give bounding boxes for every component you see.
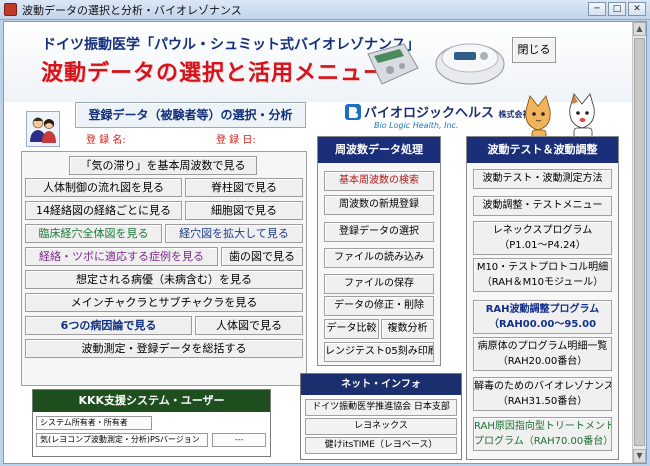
company-name-en: Bio Logic Health, Inc. bbox=[374, 121, 459, 130]
rayonex-program-range: （P1.01〜P4.24） bbox=[499, 240, 586, 251]
body-control-flow-button[interactable]: 人体制御の流れ図を見る bbox=[25, 178, 182, 197]
cause-treatment-label: RAH原因指向型トリートメント bbox=[474, 421, 612, 432]
analysis-menu-panel: 「気の滞り」を基本周波数で見る 人体制御の流れ図を見る 脊柱図で見る 14経絡図… bbox=[21, 151, 307, 386]
desktop-device-image bbox=[435, 43, 505, 85]
spine-diagram-button[interactable]: 脊柱図で見る bbox=[185, 178, 303, 197]
kkk-panel-header: KKK支援システム・ユーザー bbox=[33, 390, 270, 412]
company-name-ja: バイオロジックヘルス 株式会社 bbox=[364, 106, 531, 121]
wave-test-panel-header: 波動テスト＆波動調整 bbox=[467, 137, 618, 163]
company-logo-mark bbox=[345, 104, 361, 120]
minimize-button[interactable]: ─ bbox=[588, 2, 606, 16]
version-label: 気(レヨコンプ波動測定・分析)PSバージョン bbox=[36, 433, 208, 447]
version-value: --- bbox=[212, 433, 266, 447]
handheld-device-image bbox=[367, 43, 419, 85]
pathogen-program-label: 病原体のプログラム明細一覧 bbox=[477, 341, 608, 352]
scroll-down-icon[interactable]: ▼ bbox=[633, 449, 646, 463]
frequency-data-panel: 周波数データ処理 基本周波数の検索 周波数の新規登録 登録データの選択 ファイル… bbox=[317, 136, 441, 366]
system-owner-label: システム所有者・所有者 bbox=[36, 416, 152, 430]
scroll-up-icon[interactable]: ▲ bbox=[633, 22, 646, 36]
kkk-user-panel: KKK支援システム・ユーザー システム所有者・所有者 気(レヨコンプ波動測定・分… bbox=[32, 389, 271, 457]
new-frequency-button[interactable]: 周波数の新規登録 bbox=[324, 195, 434, 215]
rayonex-link[interactable]: レヨネックス bbox=[305, 418, 457, 435]
rah-program-label: RAH波動調整プログラム bbox=[485, 304, 600, 315]
six-etiology-button[interactable]: 6つの病因論で見る bbox=[25, 316, 192, 335]
enlarge-acupoint-button[interactable]: 経穴図を拡大して見る bbox=[165, 224, 303, 243]
maximize-button[interactable]: □ bbox=[608, 2, 626, 16]
teeth-diagram-button[interactable]: 歯の図で見る bbox=[221, 247, 303, 266]
window-title: 波動データの選択と分析・バイオレゾナンス bbox=[22, 3, 242, 17]
wave-test-panel: 波動テスト＆波動調整 波動テスト・波動測定方法 波動調整・テストメニュー レネッ… bbox=[466, 136, 619, 460]
vertical-scrollbar[interactable]: ▲ ▼ bbox=[632, 22, 646, 463]
load-file-button[interactable]: ファイルの読み込み bbox=[324, 248, 434, 268]
page-title: 波動データの選択と活用メニュー bbox=[41, 60, 387, 86]
net-info-panel: ネット・インフォ ドイツ振動医学推進協会 日本支部 レヨネックス 健けitsTI… bbox=[300, 373, 462, 460]
compare-data-button[interactable]: データ比較 bbox=[324, 319, 379, 339]
scroll-thumb[interactable] bbox=[634, 38, 645, 446]
registration-date-label: 登 録 日: bbox=[216, 135, 256, 146]
rah-program-range: （RAH00.00〜95.00 bbox=[488, 319, 597, 330]
registration-name-label: 登 録 名: bbox=[86, 135, 126, 146]
summarize-data-button[interactable]: 波動測定・登録データを総括する bbox=[25, 339, 303, 358]
meridian-symptom-button[interactable]: 経絡・ツボに適応する症例を見る bbox=[25, 247, 218, 266]
save-file-button[interactable]: ファイルの保存 bbox=[324, 274, 434, 294]
wave-test-method-button[interactable]: 波動テスト・波動測定方法 bbox=[473, 169, 612, 189]
title-bar: 波動データの選択と分析・バイオレゾナンス ─ □ ✕ bbox=[0, 0, 650, 20]
base-frequency-search-button[interactable]: 基本周波数の検索 bbox=[324, 171, 434, 191]
ki-stagnation-button[interactable]: 「気の滞り」を基本周波数で見る bbox=[69, 156, 257, 175]
cause-treatment-button[interactable]: RAH原因指向型トリートメント プログラム（RAH70.00番台） bbox=[473, 417, 612, 451]
m10-protocol-range: （RAH＆M10モジュール） bbox=[481, 277, 604, 288]
select-registration-data-button[interactable]: 登録データ（被験者等）の選択・分析 bbox=[75, 102, 306, 128]
app-icon bbox=[4, 3, 17, 16]
select-data-button[interactable]: 登録データの選択 bbox=[324, 222, 434, 242]
rah-program-button[interactable]: RAH波動調整プログラム （RAH00.00〜95.00 bbox=[473, 300, 612, 334]
pathogen-program-button[interactable]: 病原体のプログラム明細一覧 （RAH20.00番台） bbox=[473, 337, 612, 371]
detox-program-button[interactable]: 解毒のためのバイオレゾナンス （RAH31.50番台） bbox=[473, 377, 612, 411]
body-diagram-button[interactable]: 人体図で見る bbox=[195, 316, 303, 335]
company-logo: バイオロジックヘルス 株式会社 Bio Logic Health, Inc. bbox=[344, 102, 531, 140]
users-icon bbox=[26, 111, 60, 147]
frequency-panel-header: 周波数データ処理 bbox=[318, 137, 440, 163]
cell-diagram-button[interactable]: 細胞図で見る bbox=[185, 201, 303, 220]
rayonex-program-label: レネックスプログラム bbox=[492, 225, 593, 236]
multi-analysis-button[interactable]: 複数分析 bbox=[381, 319, 434, 339]
assumed-disease-button[interactable]: 想定される病優（未病含む）を見る bbox=[25, 270, 303, 289]
rayonex-program-button[interactable]: レネックスプログラム （P1.01〜P4.24） bbox=[473, 221, 612, 255]
adjust-test-menu-button[interactable]: 波動調整・テストメニュー bbox=[473, 196, 612, 216]
edit-delete-data-button[interactable]: データの修正・削除 bbox=[324, 296, 434, 316]
meridian-14-button[interactable]: 14経絡図の経絡ごとに見る bbox=[25, 201, 182, 220]
detox-program-label: 解毒のためのバイオレゾナンス bbox=[474, 381, 612, 392]
window-close-button[interactable]: ✕ bbox=[628, 2, 646, 16]
form-client-area: ドイツ振動医学「パウル・シュミット式バイオレゾナンス」 波動データの選択と活用メ… bbox=[3, 21, 647, 464]
range-test-print-button[interactable]: レンジテスト05刻み印刷 bbox=[324, 342, 434, 362]
close-form-button[interactable]: 閉じる bbox=[512, 37, 556, 63]
net-info-header: ネット・インフォ bbox=[301, 374, 461, 395]
pathogen-program-range: （RAH20.00番台） bbox=[497, 356, 588, 367]
association-link[interactable]: ドイツ振動医学推進協会 日本支部 bbox=[305, 399, 457, 416]
detox-program-range: （RAH31.50番台） bbox=[497, 396, 588, 407]
clinical-acupoint-button[interactable]: 臨床経穴全体図を見る bbox=[25, 224, 162, 243]
health-time-link[interactable]: 健けitsTIME（レヨベース） bbox=[305, 437, 457, 454]
m10-protocol-button[interactable]: M10・テストプロトコル明細 （RAH＆M10モジュール） bbox=[473, 258, 612, 292]
m10-protocol-label: M10・テストプロトコル明細 bbox=[476, 262, 609, 273]
cause-treatment-range: プログラム（RAH70.00番台） bbox=[474, 436, 612, 447]
chakra-button[interactable]: メインチャクラとサブチャクラを見る bbox=[25, 293, 303, 312]
